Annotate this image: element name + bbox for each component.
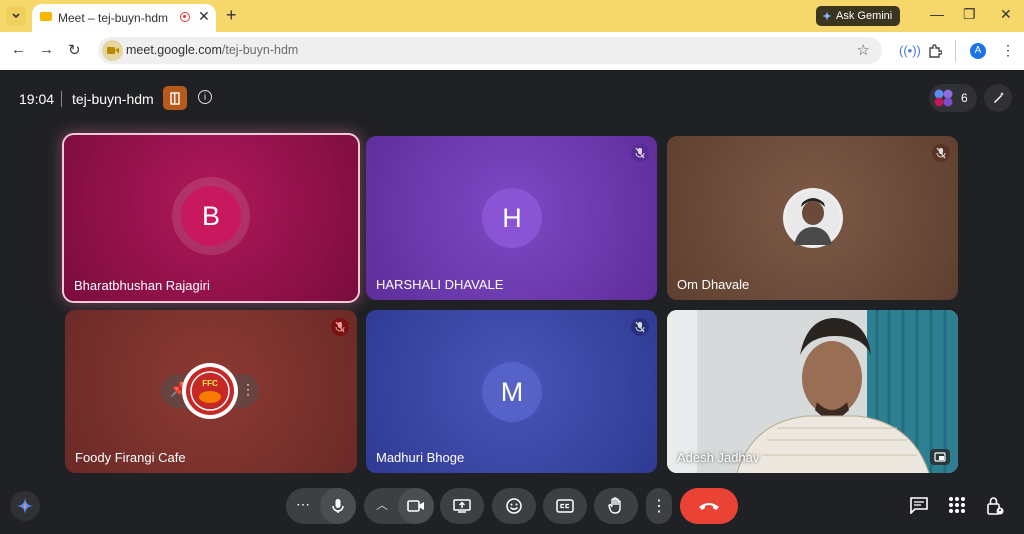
tab-search-button[interactable] [6, 6, 26, 26]
camera-group: ︿ [364, 488, 434, 524]
back-arrow-icon[interactable]: ← [11, 41, 26, 58]
participant-tile[interactable]: M Madhuri Bhoge [366, 310, 657, 473]
avatar [783, 188, 843, 248]
ask-gemini-label: Ask Gemini [836, 10, 893, 22]
toolbar-divider [955, 40, 956, 62]
meeting-info-icon[interactable]: i [198, 90, 212, 104]
meet-favicon-icon [40, 12, 52, 21]
recording-icon [180, 12, 190, 22]
gemini-icon [17, 498, 33, 514]
door-icon [170, 91, 180, 105]
participant-name: HARSHALI DHAVALE [376, 277, 504, 292]
self-view-icon[interactable] [930, 449, 950, 465]
svg-text:FFC: FFC [202, 379, 218, 388]
present-screen-icon [453, 499, 471, 513]
present-button[interactable] [440, 488, 484, 524]
sparkle-pen-icon [994, 92, 1004, 103]
edit-button[interactable] [984, 84, 1012, 112]
participant-tile[interactable]: B Bharatbhushan Rajagiri [64, 135, 358, 301]
more-audio-options-icon[interactable]: ⋯ [296, 496, 310, 513]
participant-tile[interactable]: Om Dhavale [667, 136, 958, 300]
hang-up-icon [699, 503, 719, 510]
hand-icon [608, 497, 621, 514]
close-window-icon[interactable]: ✕ [1000, 6, 1012, 23]
participant-name: Adesh Jadhav [677, 450, 760, 465]
participant-name: Bharatbhushan Rajagiri [74, 278, 210, 293]
gemini-star-icon [822, 11, 832, 21]
cafe-logo-icon: FFC [186, 367, 234, 415]
url-path: /tej-buyn-hdm [221, 43, 299, 57]
new-tab-button[interactable]: + [226, 5, 237, 26]
mic-group: ⋯ [286, 488, 356, 524]
browser-tab[interactable]: Meet – tej-buyn-hdm ✕ [32, 4, 216, 32]
avatar: M [482, 362, 542, 422]
video-camera-icon [407, 500, 424, 512]
chat-button[interactable] [909, 496, 929, 519]
more-options-icon[interactable]: ⋮ [241, 381, 255, 398]
url-host: meet.google.com [126, 43, 222, 57]
captions-button[interactable] [543, 488, 587, 524]
avatar: B [181, 186, 241, 246]
microphone-icon [332, 499, 344, 513]
reactions-button[interactable] [492, 488, 536, 524]
emoji-icon [506, 498, 522, 514]
muted-mic-icon [631, 318, 649, 336]
camera-options-chevron-icon[interactable]: ︿ [376, 496, 388, 513]
captions-icon [556, 499, 574, 513]
participant-name: Foody Firangi Cafe [75, 450, 186, 465]
meeting-code: tej-buyn-hdm [72, 91, 154, 107]
more-vert-icon: ⋮ [651, 498, 667, 515]
profile-avatar[interactable]: A [970, 43, 986, 59]
raise-hand-button[interactable] [594, 488, 638, 524]
minimize-window-icon[interactable]: — [930, 6, 944, 22]
forward-arrow-icon[interactable]: → [39, 41, 54, 58]
microphone-button[interactable] [320, 488, 356, 524]
participants-button[interactable]: 6 [929, 84, 977, 112]
avatar: H [482, 188, 542, 248]
muted-mic-icon [331, 318, 349, 336]
chevron-down-icon [12, 13, 20, 19]
speaking-ring: B [172, 177, 250, 255]
host-controls-badge[interactable] [163, 86, 187, 110]
gemini-button[interactable] [10, 491, 40, 521]
participant-count: 6 [961, 91, 968, 105]
participant-avatars-icon [934, 89, 953, 107]
host-controls-button[interactable] [986, 496, 1004, 521]
broadcast-icon[interactable]: ((•)) [899, 43, 921, 58]
reload-icon[interactable]: ↻ [68, 41, 81, 59]
bookmark-star-icon[interactable]: ☆ [857, 41, 870, 59]
url-text: meet.google.com/tej-buyn-hdm [126, 43, 298, 57]
browser-menu-icon[interactable]: ⋮ [1001, 42, 1015, 59]
tab-title: Meet – tej-buyn-hdm [58, 11, 169, 25]
lock-person-icon [987, 497, 1004, 515]
more-options-button[interactable]: ⋮ [646, 488, 672, 524]
meeting-time: 19:04 [19, 91, 55, 107]
video-camera-icon [106, 47, 119, 54]
end-call-button[interactable] [680, 488, 738, 524]
camera-feed [667, 310, 958, 473]
activities-button[interactable] [948, 496, 966, 519]
close-tab-icon[interactable]: ✕ [198, 8, 210, 25]
muted-mic-icon [932, 144, 950, 162]
browser-tab-strip: Meet – tej-buyn-hdm ✕ + Ask Gemini — ❐ ✕ [0, 0, 1024, 32]
ask-gemini-button[interactable]: Ask Gemini [816, 6, 900, 26]
participant-name: Om Dhavale [677, 277, 750, 292]
camera-button[interactable] [398, 488, 434, 524]
header-divider [61, 91, 62, 107]
avatar: FFC [182, 363, 238, 419]
apps-grid-icon [949, 497, 965, 513]
omnibox[interactable]: meet.google.com/tej-buyn-hdm ☆ [98, 37, 882, 64]
restore-window-icon[interactable]: ❐ [963, 6, 976, 23]
site-info-button[interactable] [102, 40, 123, 61]
participant-name: Madhuri Bhoge [376, 450, 465, 465]
chat-icon [910, 497, 928, 515]
profile-photo-icon [786, 191, 840, 245]
muted-mic-icon [631, 144, 649, 162]
participant-tile[interactable]: H HARSHALI DHAVALE [366, 136, 657, 300]
participant-tile[interactable]: Adesh Jadhav [667, 310, 958, 473]
extensions-puzzle-icon[interactable] [928, 44, 942, 58]
participant-tile[interactable]: 📌 ⋮ FFC Foody Firangi Cafe [65, 310, 357, 473]
